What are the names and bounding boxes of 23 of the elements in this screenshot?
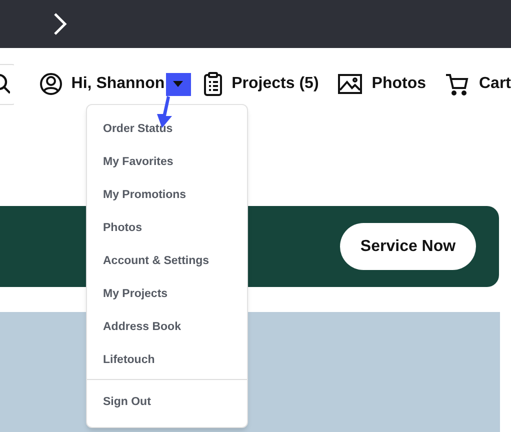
chevron-right-icon[interactable] <box>52 12 68 36</box>
nav-link[interactable]: Photos <box>372 72 426 96</box>
sign-out-item[interactable]: Sign Out <box>103 396 151 408</box>
search-field[interactable] <box>0 64 14 104</box>
menu-item[interactable]: My Projects <box>103 286 168 304</box>
nav-link[interactable]: Projects (5) <box>232 72 319 96</box>
menu-item[interactable]: Order Status <box>103 121 173 138</box>
service-now-button[interactable]: Service Now <box>340 223 476 270</box>
menu-item[interactable]: Address Book <box>103 319 181 336</box>
nav-link[interactable]: Cart <box>478 72 511 96</box>
menu-item[interactable]: My Promotions <box>103 187 186 204</box>
menu-item[interactable]: Lifetouch <box>103 352 155 370</box>
menu-item[interactable]: Photos <box>103 220 142 238</box>
search-icon <box>0 73 10 95</box>
clipboard-icon <box>202 72 223 96</box>
menu-item[interactable]: Account & Settings <box>103 253 210 270</box>
user-icon[interactable] <box>40 73 62 95</box>
menu-item[interactable]: My Favorites <box>103 154 174 172</box>
image-icon <box>338 74 362 94</box>
account-greeting[interactable]: Hi, Shannon <box>71 72 165 96</box>
caret-icon <box>173 80 184 88</box>
account-dropdown-button[interactable] <box>166 72 191 96</box>
cart-icon <box>444 72 469 96</box>
